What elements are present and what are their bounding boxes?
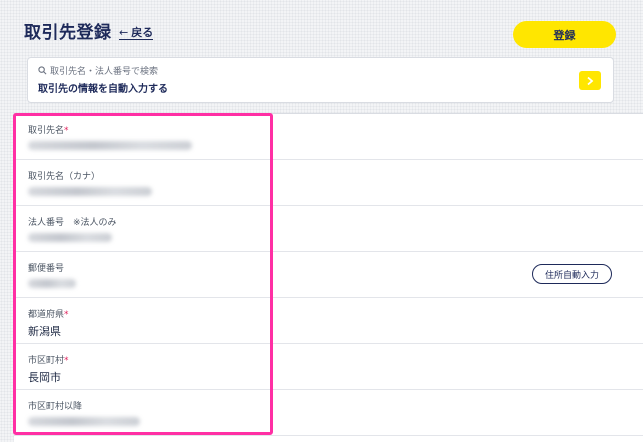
redacted-value [28, 187, 152, 196]
field-label: 法人番号 ※法人のみ [28, 218, 117, 228]
field-partner-name-kana[interactable]: 取引先名（カナ） [14, 160, 643, 206]
field-address-detail[interactable]: 市区町村以降 [14, 390, 643, 436]
page-title: 取引先登録 [24, 23, 112, 43]
autofill-open-button[interactable] [579, 71, 601, 90]
back-link-label: 戻る [131, 26, 154, 39]
field-label: 郵便番号 [28, 264, 65, 274]
autofill-search-card[interactable]: 取引先名・法人番号で検索 取引先の情報を自動入力する [27, 57, 614, 103]
field-city[interactable]: 市区町村* 長岡市 [14, 344, 643, 390]
field-partner-name[interactable]: 取引先名* [14, 114, 643, 160]
redacted-value [28, 417, 140, 426]
partner-form: 取引先名* 取引先名（カナ） 法人番号 ※法人のみ 郵便番号 住所自動入力 都道… [14, 113, 643, 442]
field-label: 市区町村* [28, 356, 69, 366]
field-label: 市区町村以降 [28, 402, 83, 412]
search-hint: 取引先名・法人番号で検索 [38, 64, 158, 77]
address-autofill-button[interactable]: 住所自動入力 [532, 264, 612, 284]
field-label: 取引先名* [28, 126, 69, 136]
search-hint-text: 取引先名・法人番号で検索 [50, 67, 159, 77]
register-button[interactable]: 登録 [513, 21, 616, 48]
required-mark: * [64, 356, 69, 366]
back-link[interactable]: ← 戻る [119, 26, 154, 40]
required-mark: * [64, 310, 69, 320]
arrow-left-icon: ← [119, 26, 129, 39]
field-value: 新潟県 [28, 325, 61, 338]
autofill-title: 取引先の情報を自動入力する [38, 84, 168, 95]
field-label: 都道府県* [28, 310, 69, 320]
redacted-value [28, 233, 112, 242]
redacted-value [28, 141, 192, 150]
page-header: 取引先登録 ← 戻る 登録 [0, 0, 643, 52]
field-postal-code[interactable]: 郵便番号 住所自動入力 [14, 252, 643, 298]
chevron-right-icon [587, 76, 594, 85]
field-corporate-number[interactable]: 法人番号 ※法人のみ [14, 206, 643, 252]
field-value: 長岡市 [28, 371, 61, 384]
required-mark: * [64, 126, 69, 136]
field-prefecture[interactable]: 都道府県* 新潟県 [14, 298, 643, 344]
search-icon [38, 66, 47, 75]
redacted-value [28, 279, 76, 288]
field-label: 取引先名（カナ） [28, 172, 101, 182]
